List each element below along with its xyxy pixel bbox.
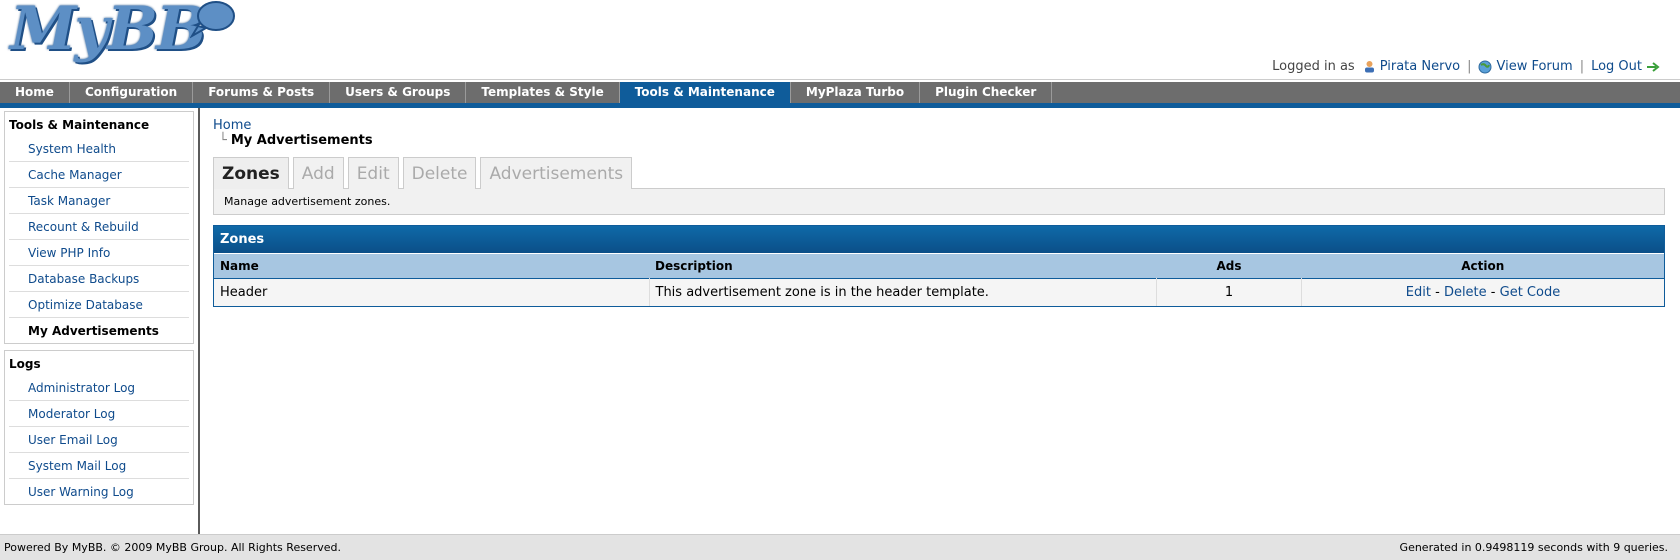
- edit-zone-link[interactable]: Edit: [1406, 285, 1431, 300]
- zone-action-cell: Edit - Delete - Get Code: [1301, 278, 1664, 306]
- sidebar-item-task-manager[interactable]: Task Manager: [9, 188, 189, 214]
- zones-table: Zones Name Description Ads Action Header…: [213, 225, 1665, 307]
- column-header-description: Description: [649, 253, 1157, 279]
- tree-connector-icon: └: [219, 133, 227, 148]
- footer-generation-info: Generated in 0.9498119 seconds with 9 qu…: [1399, 541, 1668, 554]
- user-bar: Logged in as Pirata Nervo | View Forum |…: [1272, 59, 1660, 74]
- page-tabs: Zones Add Edit Delete Advertisements: [213, 157, 1665, 189]
- sidebar-logs-box: Logs Administrator Log Moderator Log Use…: [4, 350, 194, 505]
- sidebar-item-database-backups[interactable]: Database Backups: [9, 266, 189, 292]
- menu-tab-users-groups[interactable]: Users & Groups: [330, 82, 467, 103]
- delete-zone-link[interactable]: Delete: [1444, 285, 1487, 300]
- menu-tab-plugin-checker[interactable]: Plugin Checker: [920, 82, 1053, 103]
- zones-table-title: Zones: [214, 226, 1664, 253]
- menu-tab-forums-posts[interactable]: Forums & Posts: [193, 82, 331, 103]
- sidebar-item-administrator-log[interactable]: Administrator Log: [9, 375, 189, 401]
- column-header-ads: Ads: [1156, 253, 1302, 279]
- menu-tab-myplaza-turbo[interactable]: MyPlaza Turbo: [791, 82, 921, 103]
- view-forum-link[interactable]: View Forum: [1496, 59, 1572, 74]
- menu-tab-templates-style[interactable]: Templates & Style: [466, 82, 620, 103]
- breadcrumb-home-link[interactable]: Home: [213, 118, 1665, 133]
- tab-description: Manage advertisement zones.: [213, 188, 1665, 215]
- tab-advertisements[interactable]: Advertisements: [480, 157, 633, 189]
- breadcrumb-current-label: My Advertisements: [230, 133, 373, 148]
- sidebar-item-cache-manager[interactable]: Cache Manager: [9, 162, 189, 188]
- tab-add[interactable]: Add: [292, 157, 344, 189]
- footer: Powered By MyBB. © 2009 MyBB Group. All …: [0, 534, 1680, 560]
- logo-text: MyBB: [10, 0, 207, 64]
- sidebar-item-recount-rebuild[interactable]: Recount & Rebuild: [9, 214, 189, 240]
- menu-tab-tools-maintenance[interactable]: Tools & Maintenance: [619, 82, 791, 103]
- tab-zones[interactable]: Zones: [213, 157, 289, 189]
- zone-name-cell: Header: [214, 278, 650, 306]
- header-divider: [0, 79, 1680, 80]
- sidebar-item-system-health[interactable]: System Health: [9, 136, 189, 162]
- sidebar-item-view-php-info[interactable]: View PHP Info: [9, 240, 189, 266]
- breadcrumb: Home └ My Advertisements: [213, 118, 1665, 148]
- sidebar-section-title: Logs: [9, 357, 41, 371]
- globe-icon: [1478, 60, 1492, 73]
- zone-ads-cell: 1: [1156, 278, 1302, 306]
- table-row: Header This advertisement zone is in the…: [214, 278, 1664, 306]
- sidebar-tools-box: Tools & Maintenance System Health Cache …: [4, 111, 194, 344]
- logo-speech-bubble-icon: [190, 1, 235, 39]
- sidebar-section-title: Tools & Maintenance: [9, 118, 150, 132]
- sidebar-item-my-advertisements[interactable]: My Advertisements: [9, 318, 189, 343]
- username-link[interactable]: Pirata Nervo: [1380, 59, 1460, 74]
- sidebar-item-optimize-database[interactable]: Optimize Database: [9, 292, 189, 318]
- separator: |: [1579, 59, 1585, 74]
- table-header-row: Name Description Ads Action: [214, 253, 1664, 279]
- menu-tab-configuration[interactable]: Configuration: [70, 82, 194, 103]
- user-icon: [1364, 61, 1374, 73]
- sidebar-item-system-mail-log[interactable]: System Mail Log: [9, 453, 189, 479]
- log-out-link[interactable]: Log Out: [1591, 59, 1642, 74]
- tab-delete[interactable]: Delete: [402, 157, 477, 189]
- column-header-name: Name: [214, 253, 649, 279]
- column-header-action: Action: [1301, 253, 1664, 279]
- get-code-link[interactable]: Get Code: [1500, 285, 1561, 300]
- sidebar: Tools & Maintenance System Health Cache …: [0, 108, 200, 534]
- zone-description-cell: This advertisement zone is in the header…: [649, 278, 1157, 306]
- arrow-right-icon: [1647, 61, 1660, 72]
- footer-copyright: Powered By MyBB. © 2009 MyBB Group. All …: [4, 541, 341, 554]
- main-menu: Home Configuration Forums & Posts Users …: [0, 82, 1680, 108]
- sidebar-item-user-warning-log[interactable]: User Warning Log: [9, 479, 189, 504]
- breadcrumb-current: └ My Advertisements: [213, 133, 1665, 148]
- separator: |: [1467, 59, 1472, 74]
- zones-grid: Name Description Ads Action Header This …: [214, 253, 1664, 306]
- tab-edit[interactable]: Edit: [347, 157, 399, 189]
- logged-in-label: Logged in as: [1272, 59, 1355, 74]
- menu-tab-home[interactable]: Home: [0, 82, 70, 103]
- sidebar-item-user-email-log[interactable]: User Email Log: [9, 427, 189, 453]
- main-content: Home └ My Advertisements Zones Add Edit D…: [213, 108, 1665, 307]
- sidebar-item-moderator-log[interactable]: Moderator Log: [9, 401, 189, 427]
